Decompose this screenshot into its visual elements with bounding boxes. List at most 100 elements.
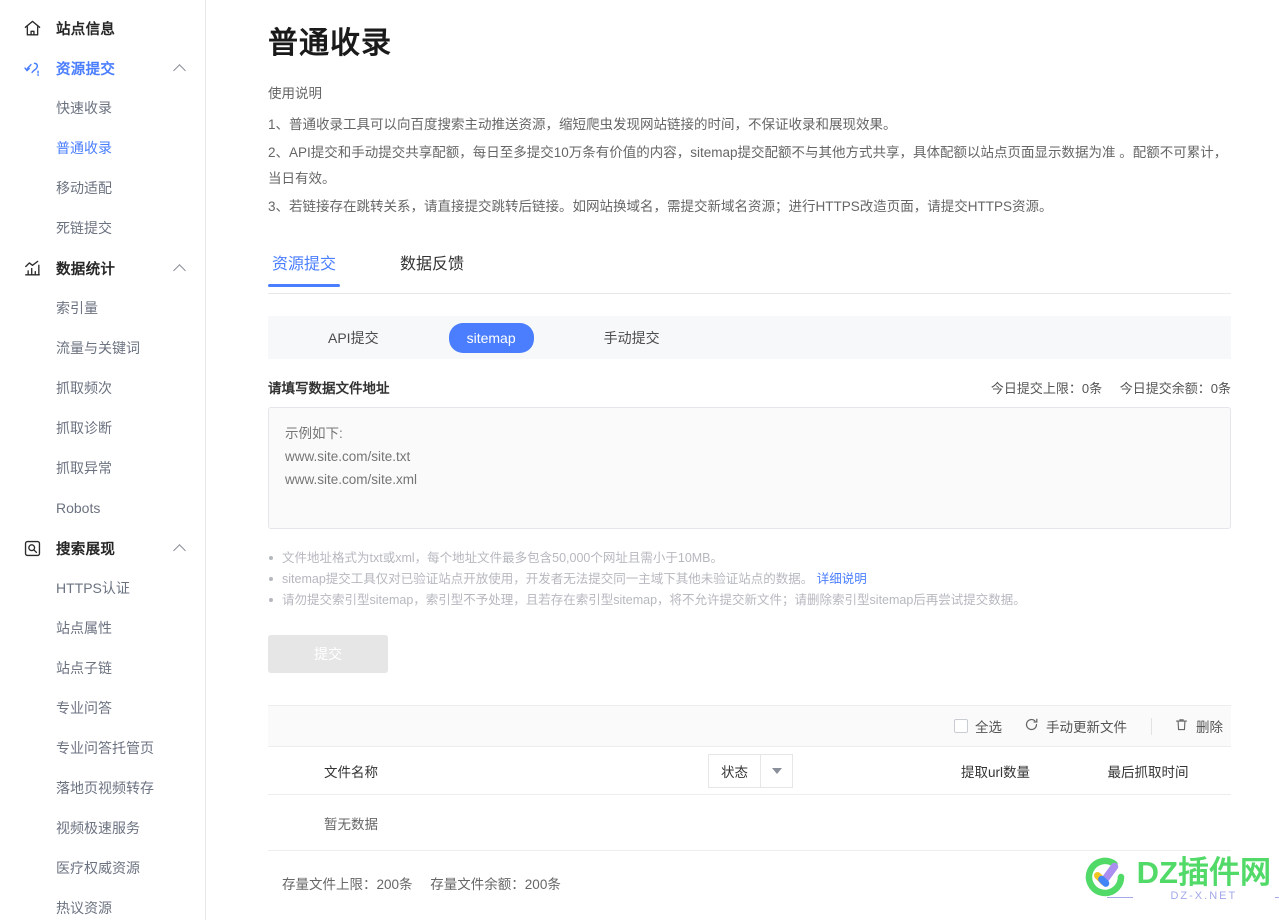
sidebar-item-label: 热议资源 bbox=[56, 900, 112, 916]
method-label: sitemap bbox=[466, 329, 516, 346]
usage-line-2: 2、API提交和手动提交共享配额，每日至多提交10万条有价值的内容，sitema… bbox=[268, 145, 1228, 186]
quota-remain: 今日提交余额：0条 bbox=[1119, 381, 1231, 396]
usage-line-3: 3、若链接存在跳转关系，请直接提交跳转后链接。如网站换域名，需提交新域名资源；进… bbox=[268, 199, 1053, 214]
sidebar-item-zhuanye-wenda[interactable]: 专业问答 bbox=[0, 688, 205, 728]
chevron-up-icon[interactable] bbox=[174, 62, 187, 75]
note-text: 文件地址格式为txt或xml，每个地址文件最多包含50,000个网址且需小于10… bbox=[282, 551, 724, 565]
sidebar-item-label: 专业问答 bbox=[56, 700, 112, 716]
tab-label: 资源提交 bbox=[272, 256, 337, 273]
method-label: 手动提交 bbox=[603, 329, 660, 346]
column-header-url-count: 提取url数量 bbox=[960, 764, 1030, 780]
sidebar-item-label: 死链提交 bbox=[56, 220, 112, 236]
manual-refresh-label: 手动更新文件 bbox=[1046, 720, 1127, 735]
page-title: 普通收录 bbox=[268, 27, 392, 60]
notes-list: 文件地址格式为txt或xml，每个地址文件最多包含50,000个网址且需小于10… bbox=[268, 548, 1231, 610]
submit-resource-icon bbox=[22, 58, 42, 78]
state-filter-dropdown-icon[interactable] bbox=[761, 753, 793, 788]
detail-instructions-link[interactable]: 详细说明 bbox=[817, 572, 867, 586]
sidebar-item-yidong-shipei[interactable]: 移动适配 bbox=[0, 168, 205, 208]
stock-limit: 存量文件上限：200条 bbox=[282, 877, 413, 892]
watermark-text: DZ插件网 DZ-X.NET bbox=[1106, 855, 1279, 902]
sidebar-item-kuaisu-shoulu[interactable]: 快速收录 bbox=[0, 88, 205, 128]
tab-label: 数据反馈 bbox=[400, 256, 465, 273]
method-manual-submit[interactable]: 手动提交 bbox=[590, 324, 674, 352]
table-header-row: 文件名称 状态 提取url数量 最后抓取时间 bbox=[268, 747, 1231, 795]
sidebar-item-putong-shoulu[interactable]: 普通收录 bbox=[0, 128, 205, 168]
sidebar-group-label: 资源提交 bbox=[56, 61, 116, 78]
manual-refresh-button[interactable]: 手动更新文件 bbox=[1024, 716, 1127, 736]
tab-data-feedback[interactable]: 数据反馈 bbox=[396, 250, 468, 286]
sidebar-item-zhandian-shuxing[interactable]: 站点属性 bbox=[0, 608, 205, 648]
select-all-checkbox[interactable] bbox=[954, 719, 968, 733]
usage-heading: 使用说明 bbox=[268, 86, 322, 101]
method-sitemap[interactable]: sitemap bbox=[448, 322, 534, 353]
sidebar-item-zhuanye-wenda-tuoguanye[interactable]: 专业问答托管页 bbox=[0, 728, 205, 768]
sidebar-item-zhuaqu-pinci[interactable]: 抓取频次 bbox=[0, 368, 205, 408]
note-text: sitemap提交工具仅对已验证站点开放使用，开发者无法提交同一主域下其他未验证… bbox=[282, 572, 814, 586]
trash-icon bbox=[1174, 717, 1189, 735]
app-root: 站点信息 资源提交 快速收录 普通收录 移动适配 死链提交 数据统计 索引量 流… bbox=[0, 0, 1279, 920]
delete-label: 删除 bbox=[1196, 720, 1223, 735]
sidebar-item-label: 普通收录 bbox=[56, 140, 112, 156]
sidebar-item-label: 医疗权威资源 bbox=[56, 860, 140, 876]
note-text: 请勿提交索引型sitemap，索引型不予处理，且若存在索引型sitemap，将不… bbox=[282, 593, 1026, 607]
sidebar-group-resource-submit[interactable]: 资源提交 bbox=[0, 48, 205, 88]
tab-resource-submit[interactable]: 资源提交 bbox=[268, 250, 341, 287]
sidebar-item-https-renzheng[interactable]: HTTPS认证 bbox=[0, 568, 205, 608]
sidebar-group-data-stats[interactable]: 数据统计 bbox=[0, 248, 205, 288]
refresh-icon bbox=[1024, 717, 1039, 735]
table-toolbar: 全选 手动更新文件 删除 bbox=[268, 705, 1231, 747]
sidebar-item-zhuaqu-yichang[interactable]: 抓取异常 bbox=[0, 448, 205, 488]
watermark-sub-text: DZ-X.NET bbox=[1106, 891, 1279, 902]
toolbar-divider bbox=[1151, 717, 1152, 735]
dz-logo-icon bbox=[1081, 853, 1129, 906]
sidebar-item-label: 移动适配 bbox=[56, 180, 112, 196]
home-icon bbox=[22, 18, 42, 38]
sidebar-item-liuliang-guanjianci[interactable]: 流量与关键词 bbox=[0, 328, 205, 368]
sidebar-item-yiliao-quanwei-ziyuan[interactable]: 医疗权威资源 bbox=[0, 848, 205, 888]
method-api-submit[interactable]: API提交 bbox=[314, 324, 393, 352]
sidebar-item-zhandian-zilian[interactable]: 站点子链 bbox=[0, 648, 205, 688]
quota-info: 今日提交上限：0条 今日提交余额：0条 bbox=[977, 378, 1231, 397]
watermark: DZ插件网 DZ-X.NET bbox=[1081, 853, 1279, 906]
submit-button[interactable]: 提交 bbox=[268, 635, 388, 673]
sidebar-item-robots[interactable]: Robots bbox=[0, 488, 205, 528]
stock-remain: 存量文件余额：200条 bbox=[430, 877, 561, 892]
watermark-main-text: DZ插件网 bbox=[1136, 855, 1271, 890]
sidebar-item-label: Robots bbox=[56, 500, 101, 516]
sidebar-item-label: 抓取频次 bbox=[56, 380, 112, 396]
sidebar-item-silian-tijiao[interactable]: 死链提交 bbox=[0, 208, 205, 248]
select-all-label: 全选 bbox=[975, 720, 1002, 735]
select-all-control[interactable]: 全选 bbox=[954, 716, 1002, 736]
sidebar-item-suoyinliang[interactable]: 索引量 bbox=[0, 288, 205, 328]
chevron-up-icon[interactable] bbox=[174, 542, 187, 555]
sidebar-item-zhuaqu-zhenduan[interactable]: 抓取诊断 bbox=[0, 408, 205, 448]
sidebar-item-shipin-jisu-fuwu[interactable]: 视频极速服务 bbox=[0, 808, 205, 848]
sidebar-item-label: 流量与关键词 bbox=[56, 340, 140, 356]
state-filter-label: 状态 bbox=[708, 753, 761, 788]
sidebar-item-label: 快速收录 bbox=[56, 100, 112, 116]
sidebar: 站点信息 资源提交 快速收录 普通收录 移动适配 死链提交 数据统计 索引量 流… bbox=[0, 0, 206, 920]
column-header-file-name: 文件名称 bbox=[324, 764, 378, 780]
tab-bar: 资源提交 数据反馈 bbox=[268, 250, 1231, 294]
chevron-up-icon[interactable] bbox=[174, 262, 187, 275]
sidebar-item-luodiye-shipin-zhuancun[interactable]: 落地页视频转存 bbox=[0, 768, 205, 808]
form-header-row: 请填写数据文件地址 今日提交上限：0条 今日提交余额：0条 bbox=[268, 377, 1231, 397]
sidebar-group-label: 搜索展现 bbox=[56, 541, 116, 558]
sidebar-group-site-info[interactable]: 站点信息 bbox=[0, 8, 205, 48]
column-header-last-fetch-time: 最后抓取时间 bbox=[1107, 764, 1189, 780]
note-item: 文件地址格式为txt或xml，每个地址文件最多包含50,000个网址且需小于10… bbox=[268, 548, 1231, 568]
sidebar-item-label: 抓取异常 bbox=[56, 460, 112, 476]
sitemap-url-textarea[interactable] bbox=[268, 407, 1231, 529]
method-label: API提交 bbox=[328, 329, 379, 346]
sidebar-item-label: 落地页视频转存 bbox=[56, 780, 154, 796]
search-display-icon bbox=[22, 538, 42, 558]
sidebar-item-reyi-ziyuan[interactable]: 热议资源 bbox=[0, 888, 205, 920]
sidebar-group-label: 站点信息 bbox=[56, 21, 116, 38]
column-header-state: 状态 bbox=[708, 753, 918, 788]
note-item: sitemap提交工具仅对已验证站点开放使用，开发者无法提交同一主域下其他未验证… bbox=[268, 569, 1231, 589]
sidebar-item-label: 站点子链 bbox=[56, 660, 112, 676]
sidebar-group-search-display[interactable]: 搜索展现 bbox=[0, 528, 205, 568]
method-switch-bar: API提交 sitemap 手动提交 bbox=[268, 316, 1231, 359]
delete-button[interactable]: 删除 bbox=[1174, 716, 1223, 736]
